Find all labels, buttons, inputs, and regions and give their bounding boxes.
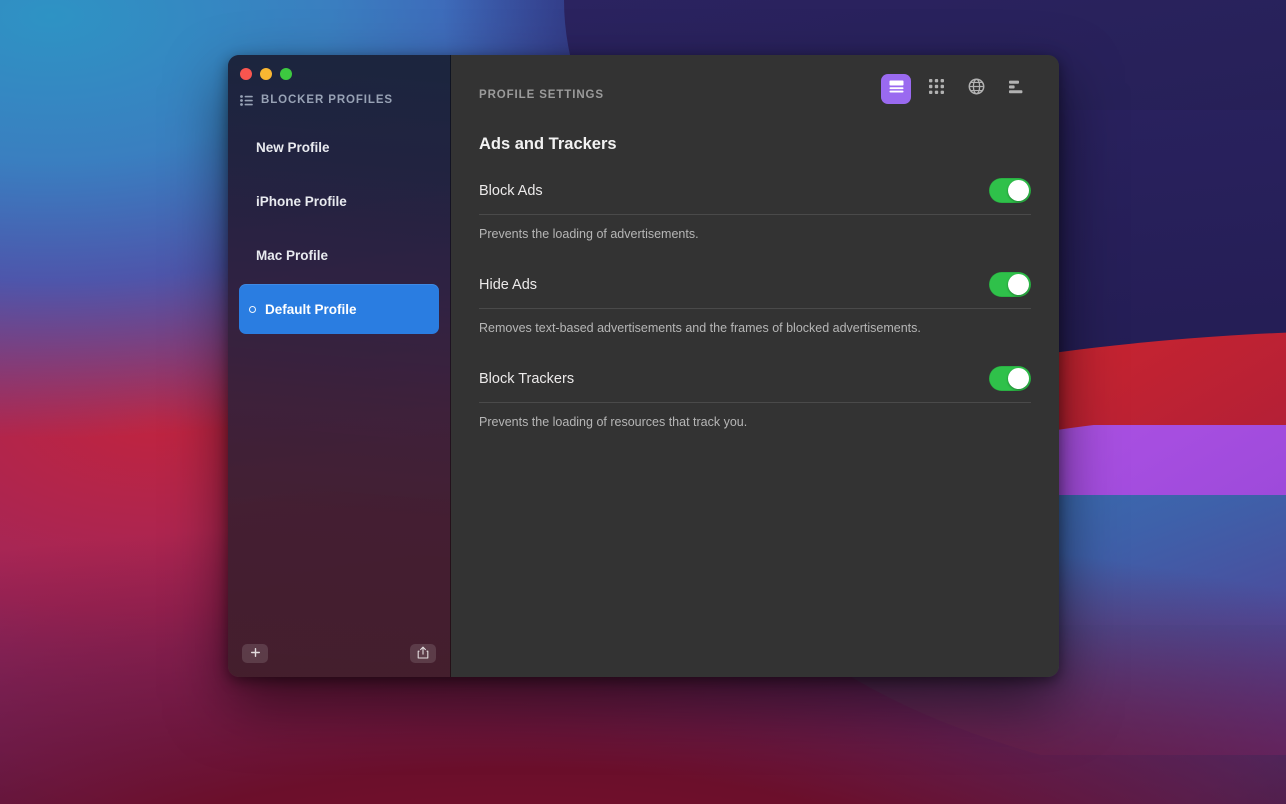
page-title: Ads and Trackers: [479, 135, 617, 153]
setting-row-block-trackers: Block Trackers Prevents the loading of r…: [479, 366, 1031, 448]
sidebar-item-iphone-profile[interactable]: iPhone Profile: [239, 176, 439, 226]
setting-description: Prevents the loading of resources that t…: [479, 415, 748, 429]
close-window-button[interactable]: [240, 68, 252, 80]
selected-profile-bullet-icon: [249, 305, 256, 313]
sidebar-item-label: Mac Profile: [256, 247, 329, 263]
grid-dots-icon: [928, 78, 945, 100]
add-profile-button[interactable]: [242, 644, 268, 663]
list-icon: [240, 94, 253, 106]
sidebar-title: BLOCKER PROFILES: [261, 94, 393, 106]
setting-label: Block Ads: [479, 182, 543, 199]
share-export-icon: [417, 646, 429, 661]
view-toolbar: [881, 74, 1031, 104]
bars-list-icon: [1008, 80, 1025, 99]
traffic-light-buttons: [228, 55, 450, 80]
block-ads-toggle[interactable]: [989, 178, 1031, 203]
settings-list: Block Ads Prevents the loading of advert…: [451, 154, 1059, 448]
block-trackers-toggle[interactable]: [989, 366, 1031, 391]
sidebar: BLOCKER PROFILES New Profile iPhone Prof…: [228, 55, 451, 677]
setting-label: Block Trackers: [479, 370, 575, 387]
content-eyebrow: PROFILE SETTINGS: [479, 89, 604, 101]
sidebar-header: BLOCKER PROFILES: [228, 80, 450, 106]
setting-label: Hide Ads: [479, 276, 538, 293]
content-pane: PROFILE SETTINGS Ads and Trackers Block …: [451, 55, 1059, 677]
globe-icon: [968, 78, 985, 100]
toggle-knob: [1008, 180, 1029, 201]
sidebar-item-label: Default Profile: [265, 301, 357, 317]
setting-description: Prevents the loading of advertisements.: [479, 227, 699, 241]
app-window: BLOCKER PROFILES New Profile iPhone Prof…: [228, 55, 1059, 677]
setting-row-head: Block Ads: [479, 178, 1031, 215]
content-topbar: PROFILE SETTINGS: [451, 55, 1059, 104]
toggle-knob: [1008, 368, 1029, 389]
hide-ads-toggle[interactable]: [989, 272, 1031, 297]
tab-globe-view[interactable]: [961, 74, 991, 104]
share-profile-button[interactable]: [410, 644, 436, 663]
plus-icon: [250, 647, 261, 660]
toggle-knob: [1008, 274, 1029, 295]
sidebar-item-new-profile[interactable]: New Profile: [239, 122, 439, 172]
profile-list: New Profile iPhone Profile Mac Profile D…: [228, 106, 450, 644]
setting-row-block-ads: Block Ads Prevents the loading of advert…: [479, 178, 1031, 260]
tab-article-view[interactable]: [881, 74, 911, 104]
setting-description: Removes text-based advertisements and th…: [479, 321, 921, 335]
minimize-window-button[interactable]: [260, 68, 272, 80]
sidebar-item-label: iPhone Profile: [256, 193, 347, 209]
setting-row-head: Hide Ads: [479, 272, 1031, 309]
sidebar-footer: [228, 644, 450, 677]
tab-grid-view[interactable]: [921, 74, 951, 104]
article-view-icon: [888, 79, 905, 99]
sidebar-item-label: New Profile: [256, 139, 330, 155]
tab-bars-view[interactable]: [1001, 74, 1031, 104]
desktop-wallpaper: BLOCKER PROFILES New Profile iPhone Prof…: [0, 0, 1286, 804]
sidebar-item-mac-profile[interactable]: Mac Profile: [239, 230, 439, 280]
sidebar-item-default-profile[interactable]: Default Profile: [239, 284, 439, 334]
setting-row-hide-ads: Hide Ads Removes text-based advertisemen…: [479, 272, 1031, 354]
setting-row-head: Block Trackers: [479, 366, 1031, 403]
zoom-window-button[interactable]: [280, 68, 292, 80]
